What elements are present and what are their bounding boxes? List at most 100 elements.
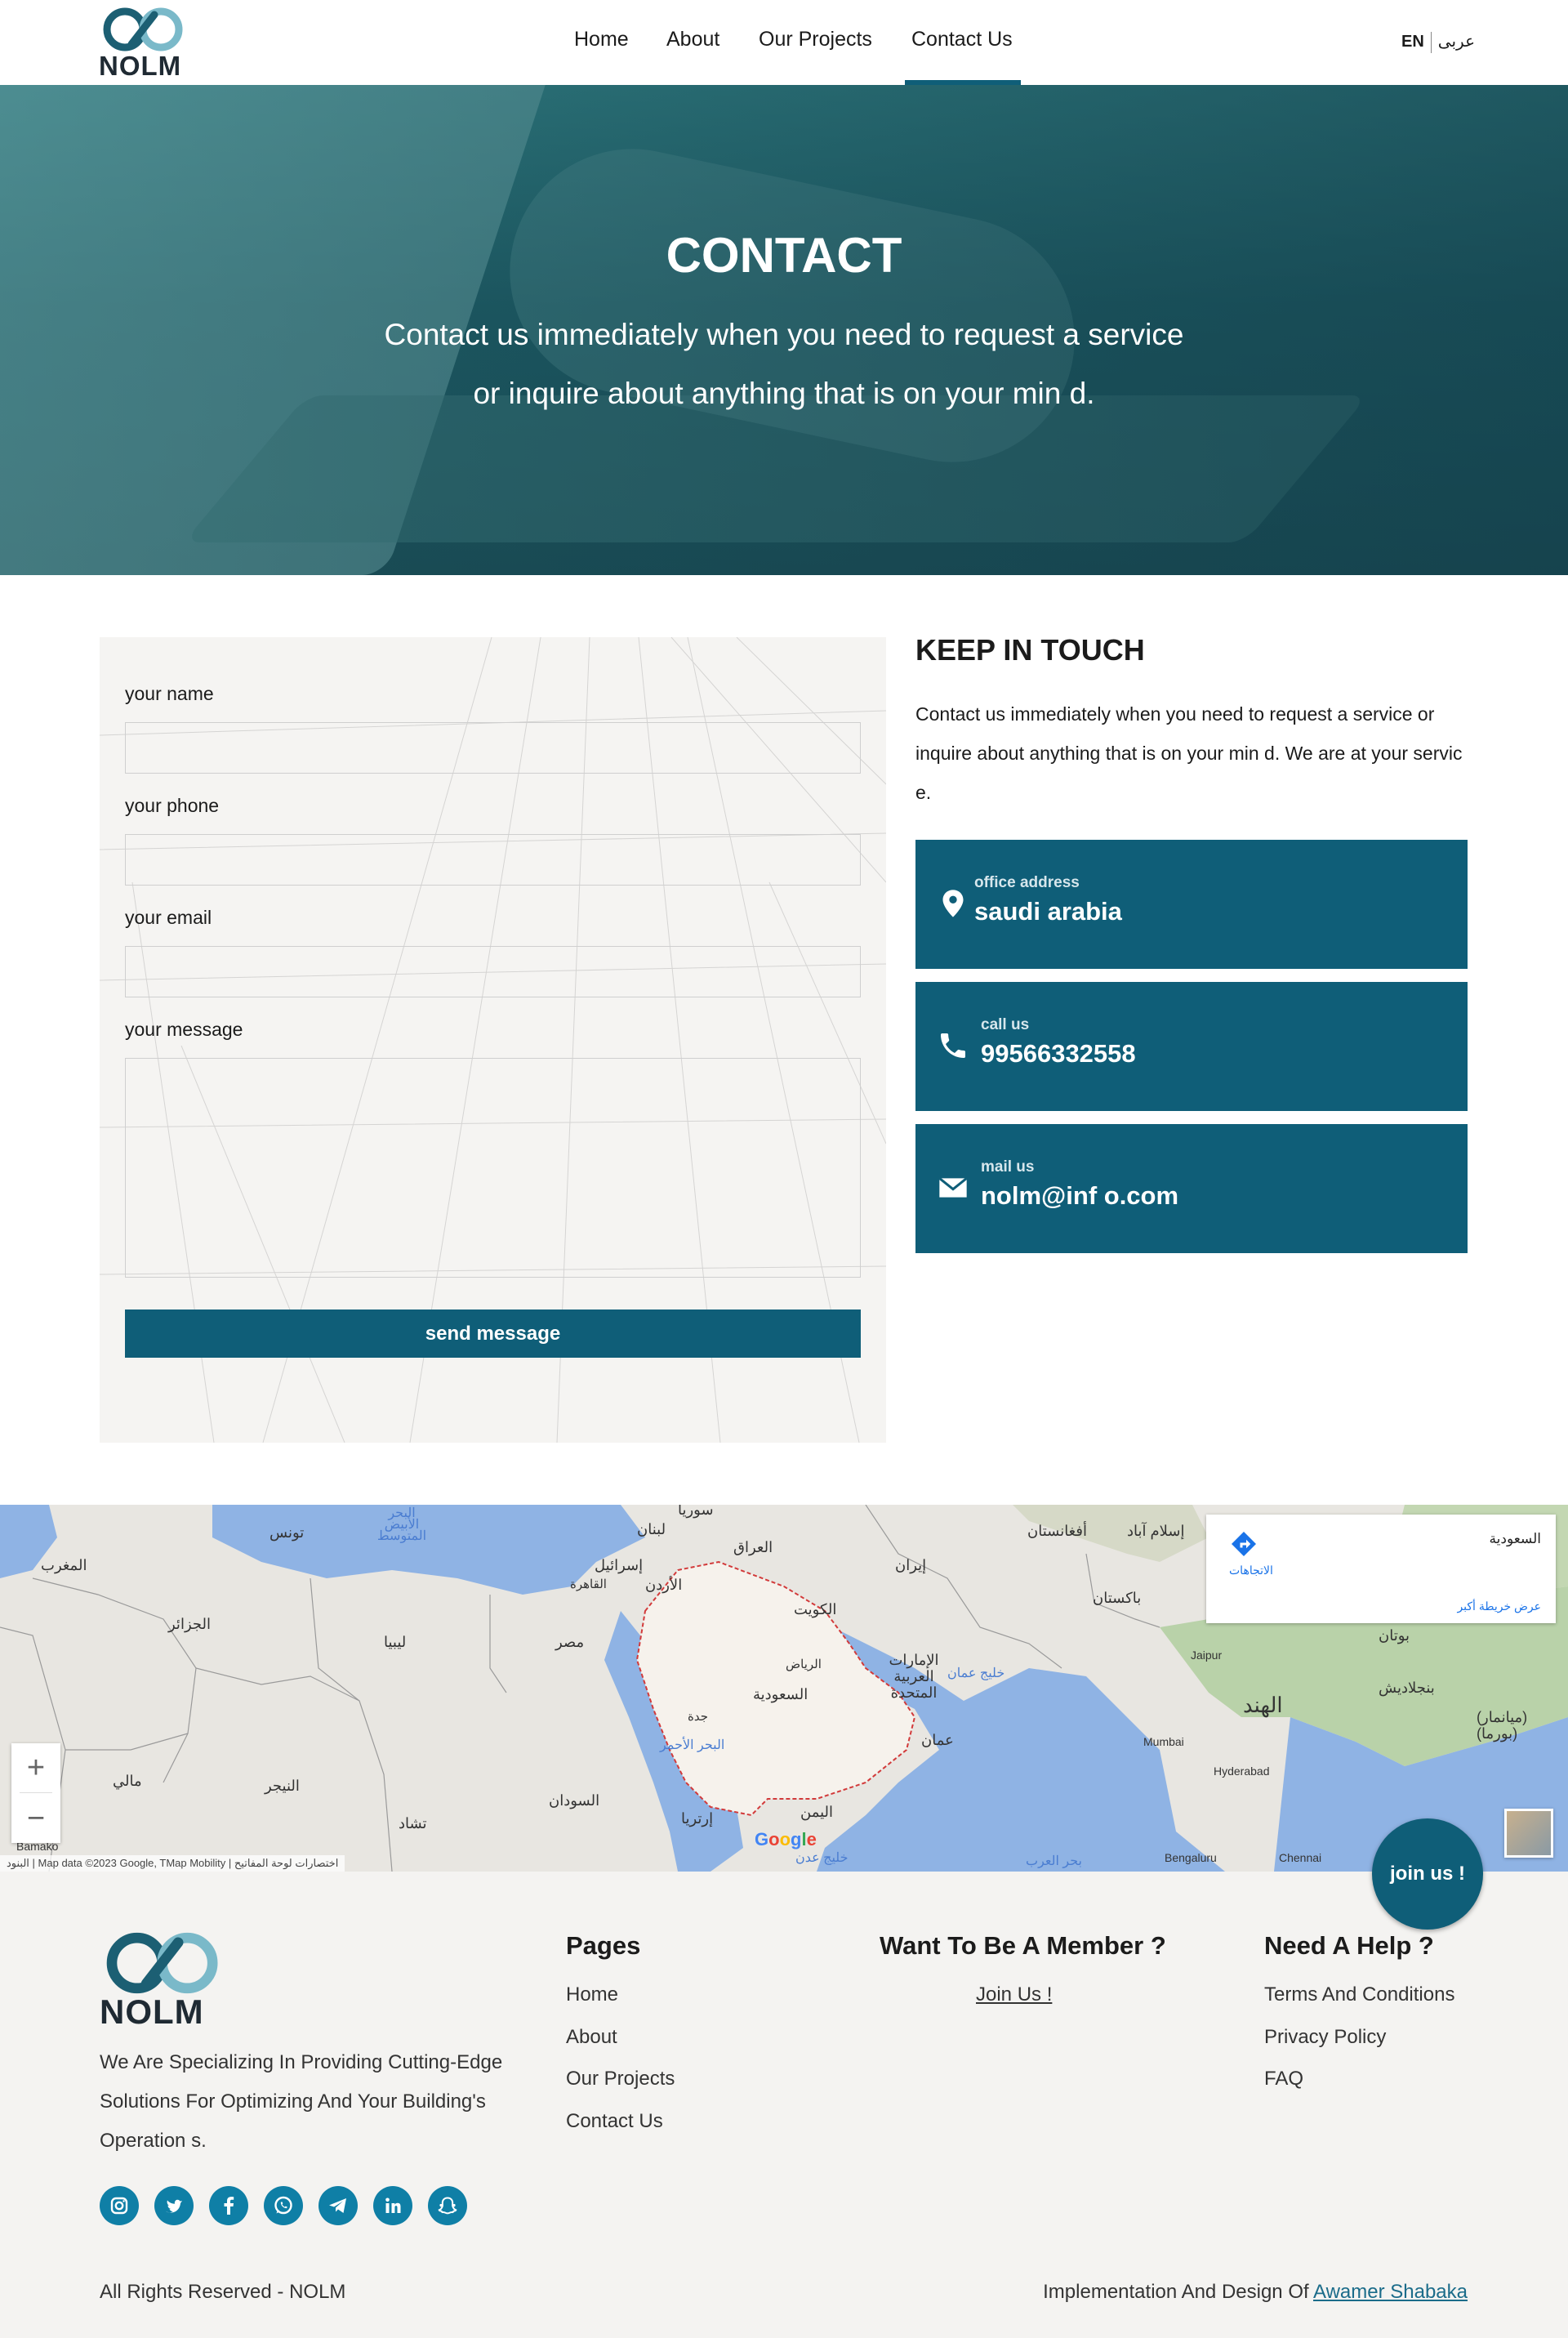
- footer-link-about[interactable]: About: [566, 2026, 617, 2049]
- linkedin-icon[interactable]: [373, 2186, 412, 2225]
- map-label-jaipur: Jaipur: [1191, 1649, 1223, 1662]
- map-data-credit: Map data ©2023 Google, TMap Mobility: [38, 1857, 226, 1869]
- snapchat-icon[interactable]: [428, 2186, 467, 2225]
- map-label-myanmar: (ميانمار) (بورما): [1477, 1709, 1528, 1742]
- map-label-tunisia: تونس: [270, 1524, 305, 1541]
- office-address-card: office address saudi arabia: [915, 840, 1468, 969]
- footer-join-us-link[interactable]: Join Us !: [976, 1983, 1052, 2006]
- map-label-med-sea: البحر الأبيض المتوسط: [376, 1506, 427, 1543]
- map-label-bangladesh: بنجلاديش: [1379, 1680, 1435, 1696]
- lang-ar[interactable]: عربى: [1438, 33, 1475, 51]
- mail-us-label: mail us: [981, 1158, 1035, 1176]
- map-label-chennai: Chennai: [1279, 1851, 1322, 1864]
- twitter-icon[interactable]: [154, 2186, 194, 2225]
- hero-banner: CONTACT Contact us immediately when you …: [0, 85, 1568, 575]
- lang-divider: [1430, 31, 1432, 53]
- directions-link[interactable]: الاتجاهات: [1229, 1564, 1273, 1577]
- map-label-jeddah: جدة: [688, 1710, 709, 1724]
- directions-icon[interactable]: [1229, 1529, 1258, 1559]
- footer-link-privacy[interactable]: Privacy Policy: [1264, 2026, 1386, 2049]
- map-label-iran: إيران: [895, 1557, 927, 1573]
- name-label: your name: [125, 683, 214, 704]
- footer-help-heading: Need A Help ?: [1264, 1931, 1434, 1960]
- nav-contact[interactable]: Contact Us: [911, 28, 1013, 51]
- contact-form: your name your phone your email your mes…: [100, 637, 886, 1443]
- footer-logo[interactable]: NOLM: [100, 1929, 230, 2031]
- name-input[interactable]: [125, 722, 861, 774]
- map-place-card: السعودية الاتجاهات عرض خريطة أكبر: [1206, 1515, 1556, 1623]
- message-textarea[interactable]: [125, 1058, 861, 1278]
- satellite-toggle-thumbnail[interactable]: [1504, 1809, 1553, 1858]
- hero-title: CONTACT: [666, 228, 902, 283]
- send-message-button[interactable]: send message: [125, 1310, 861, 1358]
- map-label-cairo: القاهرة: [570, 1577, 607, 1591]
- map-label-hyderabad: Hyderabad: [1214, 1765, 1270, 1778]
- join-us-floating-button[interactable]: join us !: [1372, 1818, 1483, 1930]
- map-label-chad: تشاد: [399, 1815, 427, 1832]
- footer-link-faq[interactable]: FAQ: [1264, 2068, 1303, 2090]
- footer-link-contact[interactable]: Contact Us: [566, 2110, 663, 2133]
- google-logo: Google: [755, 1829, 817, 1849]
- google-map[interactable]: سوريا لبنان العراق أفغانستان إسلام آباد …: [0, 1505, 1568, 1872]
- map-label-kuwait: الكويت: [794, 1601, 837, 1617]
- footer-link-home[interactable]: Home: [566, 1983, 618, 2006]
- office-address-label: office address: [974, 874, 1080, 891]
- map-label-bengaluru: Bengaluru: [1165, 1851, 1217, 1864]
- email-label: your email: [125, 907, 212, 928]
- map-label-lebanon: لبنان: [637, 1521, 666, 1537]
- main-nav: Home About Our Projects Contact Us: [0, 0, 1568, 85]
- map-label-islamabad: إسلام آباد: [1127, 1523, 1185, 1539]
- map-label-pakistan: باكستان: [1093, 1590, 1142, 1606]
- nav-projects[interactable]: Our Projects: [759, 28, 872, 51]
- footer-impl-link[interactable]: Awamer Shabaka: [1313, 2281, 1468, 2303]
- map-label-sudan: السودان: [549, 1792, 600, 1809]
- map-label-yemen: اليمن: [800, 1804, 834, 1820]
- mail-us-value[interactable]: nolm@inf o.com: [981, 1181, 1178, 1211]
- footer-link-projects[interactable]: Our Projects: [566, 2068, 675, 2090]
- footer-brand-name: NOLM: [100, 1992, 204, 2031]
- navbar: NOLM Home About Our Projects Contact Us …: [0, 0, 1568, 85]
- facebook-icon[interactable]: [209, 2186, 248, 2225]
- map-label-mumbai: Mumbai: [1143, 1735, 1184, 1748]
- message-label: your message: [125, 1019, 243, 1040]
- map-label-oman-gulf: خليج عمان: [947, 1666, 1005, 1680]
- map-label-saudi: السعودية: [753, 1686, 808, 1702]
- hero-subtitle: Contact us immediately when you need to …: [384, 318, 1184, 410]
- email-input[interactable]: [125, 946, 861, 997]
- map-label-libya: ليبيا: [384, 1634, 407, 1650]
- location-pin-icon: [942, 890, 964, 917]
- zoom-in-button[interactable]: +: [11, 1743, 60, 1792]
- social-links: [100, 2186, 475, 2225]
- map-label-egypt: مصر: [555, 1634, 585, 1650]
- instagram-icon[interactable]: [100, 2186, 139, 2225]
- map-label-red-sea: البحر الأحمر: [660, 1738, 725, 1752]
- lang-en[interactable]: EN: [1401, 33, 1424, 51]
- phone-label: your phone: [125, 795, 220, 816]
- map-place-title: السعودية: [1489, 1531, 1541, 1546]
- whatsapp-icon[interactable]: [264, 2186, 303, 2225]
- map-label-oman: عمان: [921, 1732, 954, 1748]
- footer-link-terms[interactable]: Terms And Conditions: [1264, 1983, 1454, 2006]
- telegram-icon[interactable]: [318, 2186, 358, 2225]
- mail-us-card: mail us nolm@inf o.com: [915, 1124, 1468, 1253]
- footer-about-text: We Are Specializing In Providing Cutting…: [100, 2051, 503, 2152]
- keyboard-shortcuts-link[interactable]: اختصارات لوحة المفاتيح: [234, 1857, 338, 1869]
- map-terms-link[interactable]: البنود: [7, 1857, 29, 1869]
- footer-copyright: All Rights Reserved - NOLM: [100, 2281, 346, 2303]
- map-label-uae: الإمارات العربية المتحدة: [889, 1652, 939, 1701]
- phone-input[interactable]: [125, 834, 861, 886]
- nav-about[interactable]: About: [666, 28, 719, 51]
- map-label-india: الهند: [1243, 1693, 1283, 1717]
- language-switch: EN عربى: [1401, 31, 1475, 53]
- nav-home[interactable]: Home: [574, 28, 629, 51]
- map-label-jordan: الأردن: [645, 1577, 683, 1593]
- zoom-out-button[interactable]: −: [11, 1794, 60, 1843]
- call-us-value[interactable]: 99566332558: [981, 1039, 1136, 1069]
- keep-in-touch-text: Contact us immediately when you need to …: [915, 703, 1463, 803]
- map-label-algeria: الجزائر: [168, 1616, 211, 1632]
- view-larger-map-link[interactable]: عرض خريطة أكبر: [1457, 1600, 1541, 1613]
- phone-icon: [941, 1033, 965, 1058]
- map-label-morocco: المغرب: [41, 1557, 87, 1573]
- map-label-eritrea: إرتريا: [681, 1810, 714, 1827]
- footer-logo-mark-icon: [106, 1932, 218, 1994]
